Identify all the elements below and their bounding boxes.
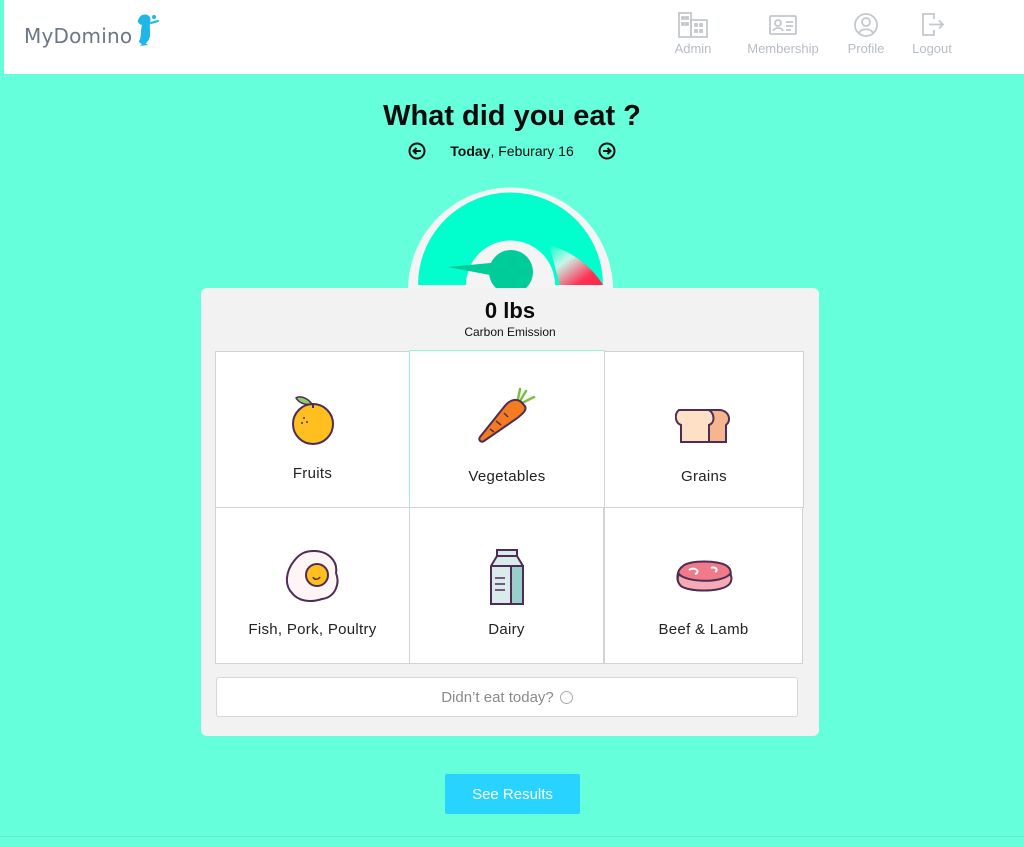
- category-beef-lamb[interactable]: Beef & Lamb: [604, 507, 803, 664]
- logo-text: MyDomino: [24, 24, 133, 48]
- milk-carton-icon: [489, 549, 524, 605]
- arrow-right-circle-icon: [598, 142, 616, 160]
- date-navigator: Today, Feburary 16: [0, 142, 1024, 160]
- user-circle-icon: [854, 13, 878, 37]
- emission-label: Carbon Emission: [464, 325, 556, 339]
- top-nav: Admin Membership Profile Logout: [664, 10, 962, 56]
- category-label: Fruits: [292, 465, 333, 482]
- didnt-eat-today-radio[interactable]: [559, 690, 573, 704]
- previous-day-button[interactable]: [408, 142, 426, 160]
- category-vegetables[interactable]: Vegetables: [409, 350, 605, 508]
- next-day-button[interactable]: [598, 142, 616, 160]
- category-label: Dairy: [488, 621, 525, 638]
- nav-membership[interactable]: Membership: [737, 10, 829, 56]
- orange-icon: [291, 396, 334, 445]
- nav-profile[interactable]: Profile: [836, 10, 896, 56]
- category-label: Beef & Lamb: [658, 621, 749, 638]
- date-value: , Feburary 16: [490, 143, 574, 159]
- id-card-icon: [769, 15, 797, 35]
- category-label: Vegetables: [468, 468, 546, 485]
- nav-logout[interactable]: Logout: [902, 10, 962, 56]
- nav-logout-label: Logout: [912, 41, 952, 56]
- carrot-icon: [478, 387, 536, 443]
- food-card: 0 lbs Carbon Emission Fruits Vegetables …: [201, 288, 819, 736]
- current-date: Today, Feburary 16: [450, 143, 573, 159]
- logo[interactable]: MyDomino: [24, 11, 160, 58]
- page-title: What did you eat ?: [383, 100, 641, 132]
- steak-icon: [675, 560, 732, 592]
- top-header: MyDomino Admin Membership Profile Logout: [0, 0, 1024, 74]
- bread-icon: [675, 409, 731, 443]
- footer-divider: [0, 836, 1024, 837]
- category-label: Fish, Pork, Poultry: [248, 621, 377, 638]
- category-fruits[interactable]: Fruits: [215, 351, 410, 508]
- penguin-logo-icon: [130, 11, 160, 52]
- building-icon: [678, 12, 708, 38]
- nav-admin[interactable]: Admin: [664, 10, 722, 56]
- logout-icon: [922, 13, 945, 36]
- category-grains[interactable]: Grains: [604, 351, 804, 508]
- category-dairy[interactable]: Dairy: [409, 507, 604, 664]
- didnt-eat-today-label: Didn’t eat today?: [441, 688, 554, 706]
- category-fish-pork-poultry[interactable]: Fish, Pork, Poultry: [215, 507, 410, 664]
- see-results-button[interactable]: See Results: [445, 774, 580, 814]
- category-label: Grains: [681, 468, 727, 485]
- emission-value: 0 lbs: [484, 298, 536, 323]
- nav-admin-label: Admin: [674, 41, 712, 56]
- nav-profile-label: Profile: [847, 41, 885, 56]
- nav-membership-label: Membership: [747, 41, 819, 56]
- didnt-eat-today-option[interactable]: Didn’t eat today?: [216, 677, 798, 717]
- date-today-label: Today: [450, 143, 491, 159]
- emission-gauge: [408, 187, 613, 290]
- egg-icon: [285, 549, 338, 602]
- arrow-left-circle-icon: [408, 142, 426, 160]
